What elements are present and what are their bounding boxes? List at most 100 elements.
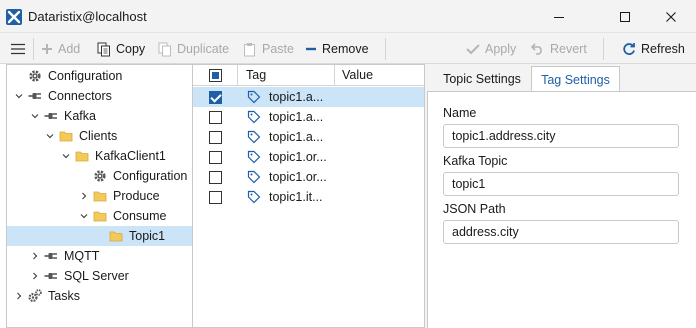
refresh-icon: [623, 43, 635, 55]
select-all-checkbox[interactable]: [209, 69, 222, 82]
tag-name: topic1.a...: [269, 130, 324, 144]
tab-topic-settings[interactable]: Topic Settings: [433, 66, 531, 92]
column-separator[interactable]: [334, 65, 335, 86]
tree-item-label: Topic1: [129, 229, 166, 243]
checkmark-icon: [466, 44, 480, 55]
tag-icon: [247, 190, 261, 204]
settings-panel: Topic Settings Tag Settings Name Kafka T…: [425, 64, 696, 328]
plug-icon: [44, 249, 58, 263]
minimize-button[interactable]: [536, 0, 582, 33]
duplicate-icon: [158, 42, 171, 56]
chevron-right-icon[interactable]: [79, 191, 89, 201]
tree-item-sql-server[interactable]: SQL Server: [7, 266, 192, 286]
duplicate-button[interactable]: Duplicate: [158, 39, 229, 59]
plug-icon: [28, 89, 42, 103]
tree-item-kafkaclient1[interactable]: KafkaClient1: [7, 146, 192, 166]
tree-item-connectors[interactable]: Connectors: [7, 86, 192, 106]
chevron-right-icon[interactable]: [30, 271, 40, 281]
paste-button[interactable]: Paste: [243, 39, 294, 59]
plug-icon: [44, 109, 58, 123]
tree-item-kafka[interactable]: Kafka: [7, 106, 192, 126]
table-row[interactable]: topic1.a...: [193, 87, 424, 107]
tree-item-label: Consume: [113, 209, 167, 223]
tree-item-topic1[interactable]: Topic1: [7, 226, 192, 246]
name-label: Name: [443, 106, 477, 120]
toolbar-separator: [385, 38, 386, 60]
title-bar: Dataristix@localhost: [0, 0, 696, 33]
column-separator[interactable]: [237, 65, 238, 86]
tree-item-label: Configuration: [48, 69, 123, 83]
remove-button[interactable]: Remove: [305, 39, 369, 59]
toolbar-separator: [33, 38, 34, 60]
chevron-right-icon[interactable]: [14, 291, 24, 301]
maximize-icon: [620, 11, 630, 22]
tree-item-label: SQL Server: [64, 269, 129, 283]
tag-name: topic1.a...: [269, 90, 324, 104]
revert-button[interactable]: Revert: [531, 39, 587, 59]
tree-item-configuration[interactable]: Configuration: [7, 66, 192, 86]
chevron-down-icon[interactable]: [30, 111, 40, 121]
paste-button-label: Paste: [262, 42, 294, 56]
add-button[interactable]: Add: [41, 39, 80, 59]
row-checkbox[interactable]: [209, 191, 222, 204]
table-row[interactable]: topic1.a...: [193, 127, 424, 147]
tag-name: topic1.or...: [269, 150, 327, 164]
row-checkbox[interactable]: [209, 171, 222, 184]
row-checkbox[interactable]: [209, 131, 222, 144]
column-header-value[interactable]: Value: [342, 68, 373, 82]
chevron-right-icon[interactable]: [30, 251, 40, 261]
menu-button[interactable]: [10, 39, 26, 59]
row-checkbox[interactable]: [209, 151, 222, 164]
toolbar: Add Copy Duplicate Paste Remove Apply Re…: [0, 33, 696, 64]
table-row[interactable]: topic1.a...: [193, 107, 424, 127]
table-row[interactable]: topic1.it...: [193, 187, 424, 207]
kafka-topic-field[interactable]: [443, 172, 679, 196]
refresh-button[interactable]: Refresh: [622, 39, 685, 59]
gear-icon: [93, 169, 107, 183]
remove-button-label: Remove: [322, 42, 369, 56]
table-row[interactable]: topic1.or...: [193, 167, 424, 187]
folder-icon: [75, 149, 89, 163]
tab-tag-settings[interactable]: Tag Settings: [531, 66, 620, 92]
row-checkbox[interactable]: [209, 111, 222, 124]
chevron-down-icon[interactable]: [14, 91, 24, 101]
kafka-topic-label: Kafka Topic: [443, 154, 508, 168]
tree-item-clients[interactable]: Clients: [7, 126, 192, 146]
undo-icon: [531, 43, 542, 55]
tag-icon: [247, 130, 261, 144]
tree-item-label: Kafka: [64, 109, 96, 123]
tag-settings-form: Name Kafka Topic JSON Path: [427, 91, 696, 328]
refresh-button-label: Refresh: [641, 42, 685, 56]
navigation-tree: Configuration Connectors Kafka Clients K…: [6, 64, 193, 328]
tag-icon: [247, 110, 261, 124]
row-checkbox[interactable]: [209, 91, 222, 104]
name-field[interactable]: [443, 124, 679, 148]
tree-item-label: Configuration: [113, 169, 188, 183]
column-header-tag[interactable]: Tag: [246, 68, 266, 82]
apply-button[interactable]: Apply: [466, 39, 516, 59]
tag-icon: [247, 150, 261, 164]
tree-item-label: Clients: [79, 129, 118, 143]
table-row[interactable]: topic1.or...: [193, 147, 424, 167]
folder-icon: [59, 129, 73, 143]
tree-item-consume[interactable]: Consume: [7, 206, 192, 226]
chevron-down-icon[interactable]: [45, 131, 55, 141]
duplicate-button-label: Duplicate: [177, 42, 230, 56]
tree-item-label: KafkaClient1: [95, 149, 166, 163]
json-path-field[interactable]: [443, 220, 679, 244]
chevron-down-icon[interactable]: [79, 211, 89, 221]
tag-name: topic1.it...: [269, 190, 323, 204]
tree-item-produce[interactable]: Produce: [7, 186, 192, 206]
tag-icon: [247, 90, 261, 104]
gear-icon: [28, 69, 42, 83]
tree-item-tasks[interactable]: Tasks: [7, 286, 192, 306]
chevron-down-icon[interactable]: [61, 151, 71, 161]
minimize-icon: [554, 16, 564, 18]
folder-icon: [109, 229, 123, 243]
maximize-button[interactable]: [602, 0, 648, 33]
close-button[interactable]: [648, 0, 694, 33]
tree-item-client-configuration[interactable]: Configuration: [7, 166, 192, 186]
tree-item-mqtt[interactable]: MQTT: [7, 246, 192, 266]
copy-button[interactable]: Copy: [97, 39, 145, 59]
revert-button-label: Revert: [550, 42, 587, 56]
